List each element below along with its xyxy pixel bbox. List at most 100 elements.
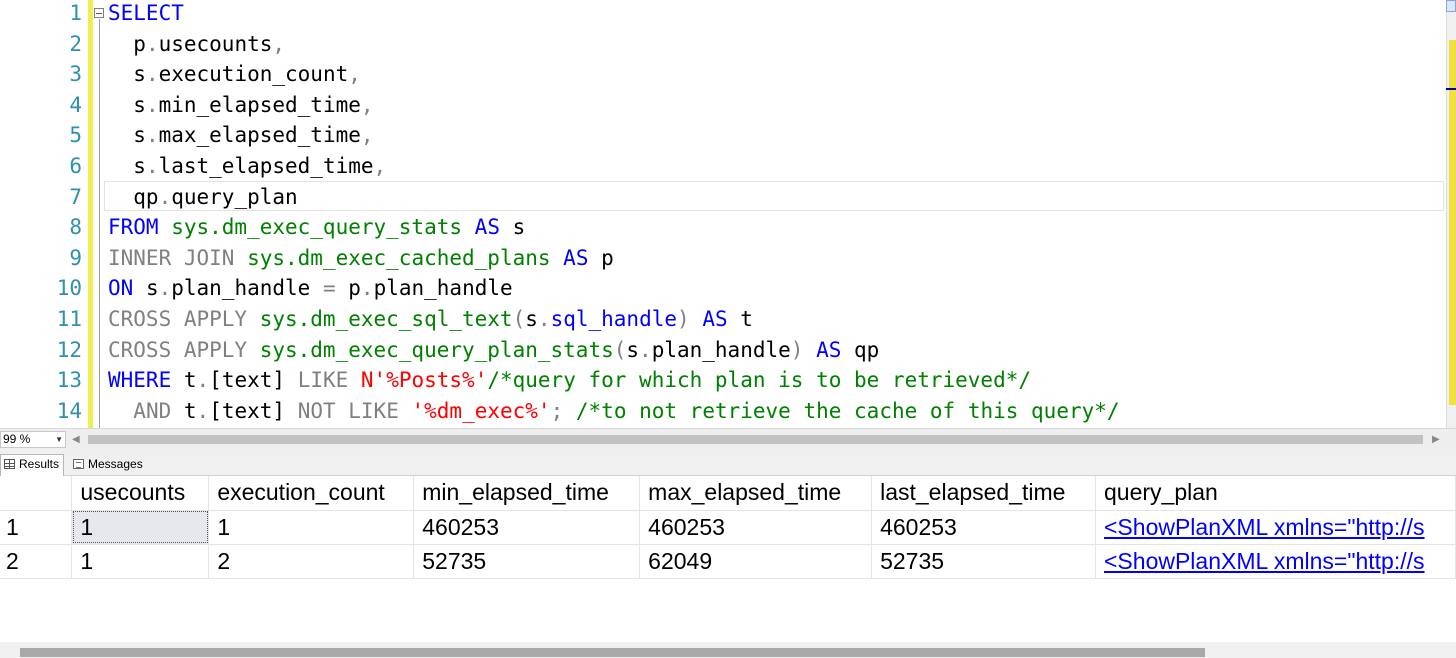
code-line[interactable]: CROSS APPLY sys.dm_exec_sql_text(s.sql_h… (108, 304, 753, 335)
chevron-down-icon[interactable]: ▼ (55, 432, 63, 447)
split-window-button[interactable] (1446, 0, 1456, 12)
code-line[interactable]: p.usecounts, (108, 29, 285, 60)
code-token: qp (108, 184, 159, 209)
current-line-highlight (104, 181, 1444, 211)
code-line[interactable]: s.min_elapsed_time, (108, 90, 374, 121)
column-header-min-elapsed-time[interactable]: min_elapsed_time (413, 476, 641, 511)
code-token: sys.dm_exec_query_plan_stats (259, 337, 614, 362)
code-token: . (537, 307, 551, 331)
cell-usecounts[interactable]: 1 (71, 510, 210, 545)
message-icon (73, 459, 84, 469)
column-header-query-plan[interactable]: query_plan (1095, 476, 1456, 511)
code-token: s (108, 62, 146, 87)
scroll-right-icon[interactable]: ▶ (1432, 432, 1440, 447)
line-number-gutter: 1 2 3 4 5 6 7 8 9 10 11 12 13 14 (0, 0, 88, 428)
results-tab-strip: Results Messages (0, 449, 1456, 476)
editor-horizontal-scroll-thumb[interactable] (88, 435, 1423, 444)
code-token: , (360, 123, 374, 148)
table-row: 1 1 1 460253 460253 460253 <ShowPlanXML … (0, 510, 1456, 545)
cell-execution-count[interactable]: 1 (208, 510, 415, 545)
code-token: plan_handle (171, 276, 323, 301)
line-number: 1 (69, 1, 82, 25)
cell-min-elapsed-time[interactable]: 460253 (413, 510, 641, 545)
cell-max-elapsed-time[interactable]: 460253 (639, 510, 873, 545)
code-token: s (108, 92, 146, 117)
code-token: AS (474, 215, 500, 240)
editor-status-bar: 99 % ▼ ◀ ▶ (0, 428, 1456, 449)
code-token: , (360, 92, 374, 117)
cell-last-elapsed-time[interactable]: 52735 (871, 544, 1096, 579)
code-token: sys.dm_exec_cached_plans (247, 245, 551, 270)
column-header-max-elapsed-time[interactable]: max_elapsed_time (639, 476, 873, 511)
code-line[interactable]: WHERE t.[text] LIKE N'%Posts%'/*query fo… (108, 365, 1031, 396)
code-token: t (171, 398, 197, 423)
column-header-last-elapsed-time[interactable]: last_elapsed_time (871, 476, 1096, 511)
code-token: sys.dm_exec_sql_text (259, 307, 513, 331)
cell-execution-count[interactable]: 2 (208, 544, 415, 579)
table-row: 2 1 2 52735 62049 52735 <ShowPlanXML xml… (0, 544, 1456, 579)
tab-messages[interactable]: Messages (70, 455, 143, 473)
zoom-dropdown[interactable]: 99 % ▼ (0, 431, 66, 448)
column-header-execution-count[interactable]: execution_count (208, 476, 415, 511)
column-header-usecounts[interactable]: usecounts (71, 476, 210, 511)
change-tracking-bar (88, 0, 93, 428)
code-line[interactable]: qp.query_plan (108, 182, 297, 213)
query-editor[interactable]: 1 2 3 4 5 6 7 8 9 10 11 12 13 14 SELECT p.usecounts, … (0, 0, 1456, 428)
line-number: 9 (69, 245, 82, 270)
code-line[interactable]: INNER JOIN sys.dm_exec_cached_plans AS p (108, 243, 614, 274)
code-token: ; (550, 398, 564, 423)
grid-scroll-thumb[interactable] (20, 648, 1205, 657)
code-token: p (108, 31, 146, 56)
code-token: AND (133, 398, 172, 423)
collapse-region-icon[interactable] (94, 8, 104, 18)
code-token: . (360, 276, 374, 301)
code-token: plan_handle (373, 276, 513, 301)
code-token: . (145, 92, 159, 117)
zoom-value: 99 % (3, 432, 31, 446)
cell-min-elapsed-time[interactable]: 52735 (413, 544, 641, 579)
code-token: sql_handle (550, 307, 677, 331)
code-token: FROM (108, 215, 172, 240)
cell-last-elapsed-time[interactable]: 460253 (871, 510, 1096, 545)
cell-usecounts[interactable]: 1 (71, 544, 210, 579)
row-number-header[interactable] (0, 476, 73, 511)
code-token: s (525, 307, 538, 331)
line-number: 4 (69, 92, 82, 117)
code-token: . (145, 62, 159, 87)
code-line[interactable]: s.max_elapsed_time, (108, 120, 374, 151)
code-token: N'%Posts%' (360, 368, 488, 393)
code-line[interactable]: FROM sys.dm_exec_query_stats AS s (108, 212, 525, 243)
scroll-left-icon[interactable]: ◀ (72, 432, 80, 447)
code-line[interactable]: s.last_elapsed_time, (108, 151, 386, 182)
results-table: usecounts execution_count min_elapsed_ti… (0, 476, 1456, 579)
code-line[interactable]: AND t.[text] NOT LIKE '%dm_exec%'; /*to … (108, 396, 1119, 427)
code-line[interactable]: s.execution_count, (108, 59, 361, 90)
row-number[interactable]: 2 (0, 544, 73, 579)
code-line[interactable]: ON s.plan_handle = p.plan_handle (108, 273, 513, 304)
cell-max-elapsed-time[interactable]: 62049 (639, 544, 873, 579)
query-plan-link[interactable]: <ShowPlanXML xmlns="http://s (1104, 514, 1425, 540)
grid-icon (4, 459, 15, 469)
code-token: , (348, 62, 361, 87)
tab-results[interactable]: Results (0, 454, 64, 476)
code-token: sys.dm_exec_query_stats (171, 215, 463, 240)
code-token: p (588, 245, 614, 270)
cell-query-plan[interactable]: <ShowPlanXML xmlns="http://s (1095, 544, 1456, 579)
code-token: s (108, 154, 146, 178)
line-number: 3 (69, 62, 82, 87)
row-number[interactable]: 1 (0, 510, 73, 545)
code-line[interactable]: CROSS APPLY sys.dm_exec_query_plan_stats… (108, 335, 879, 366)
query-plan-link[interactable]: <ShowPlanXML xmlns="http://s (1104, 548, 1425, 574)
grid-horizontal-scrollbar[interactable] (0, 642, 1456, 658)
results-grid[interactable]: usecounts execution_count min_elapsed_ti… (0, 476, 1456, 642)
code-token: [text] (209, 368, 298, 393)
code-token: NOT LIKE (297, 398, 412, 423)
code-token: . (145, 154, 159, 178)
cell-query-plan[interactable]: <ShowPlanXML xmlns="http://s (1095, 510, 1456, 545)
code-token: . (145, 31, 159, 56)
code-line[interactable]: SELECT (108, 0, 184, 29)
